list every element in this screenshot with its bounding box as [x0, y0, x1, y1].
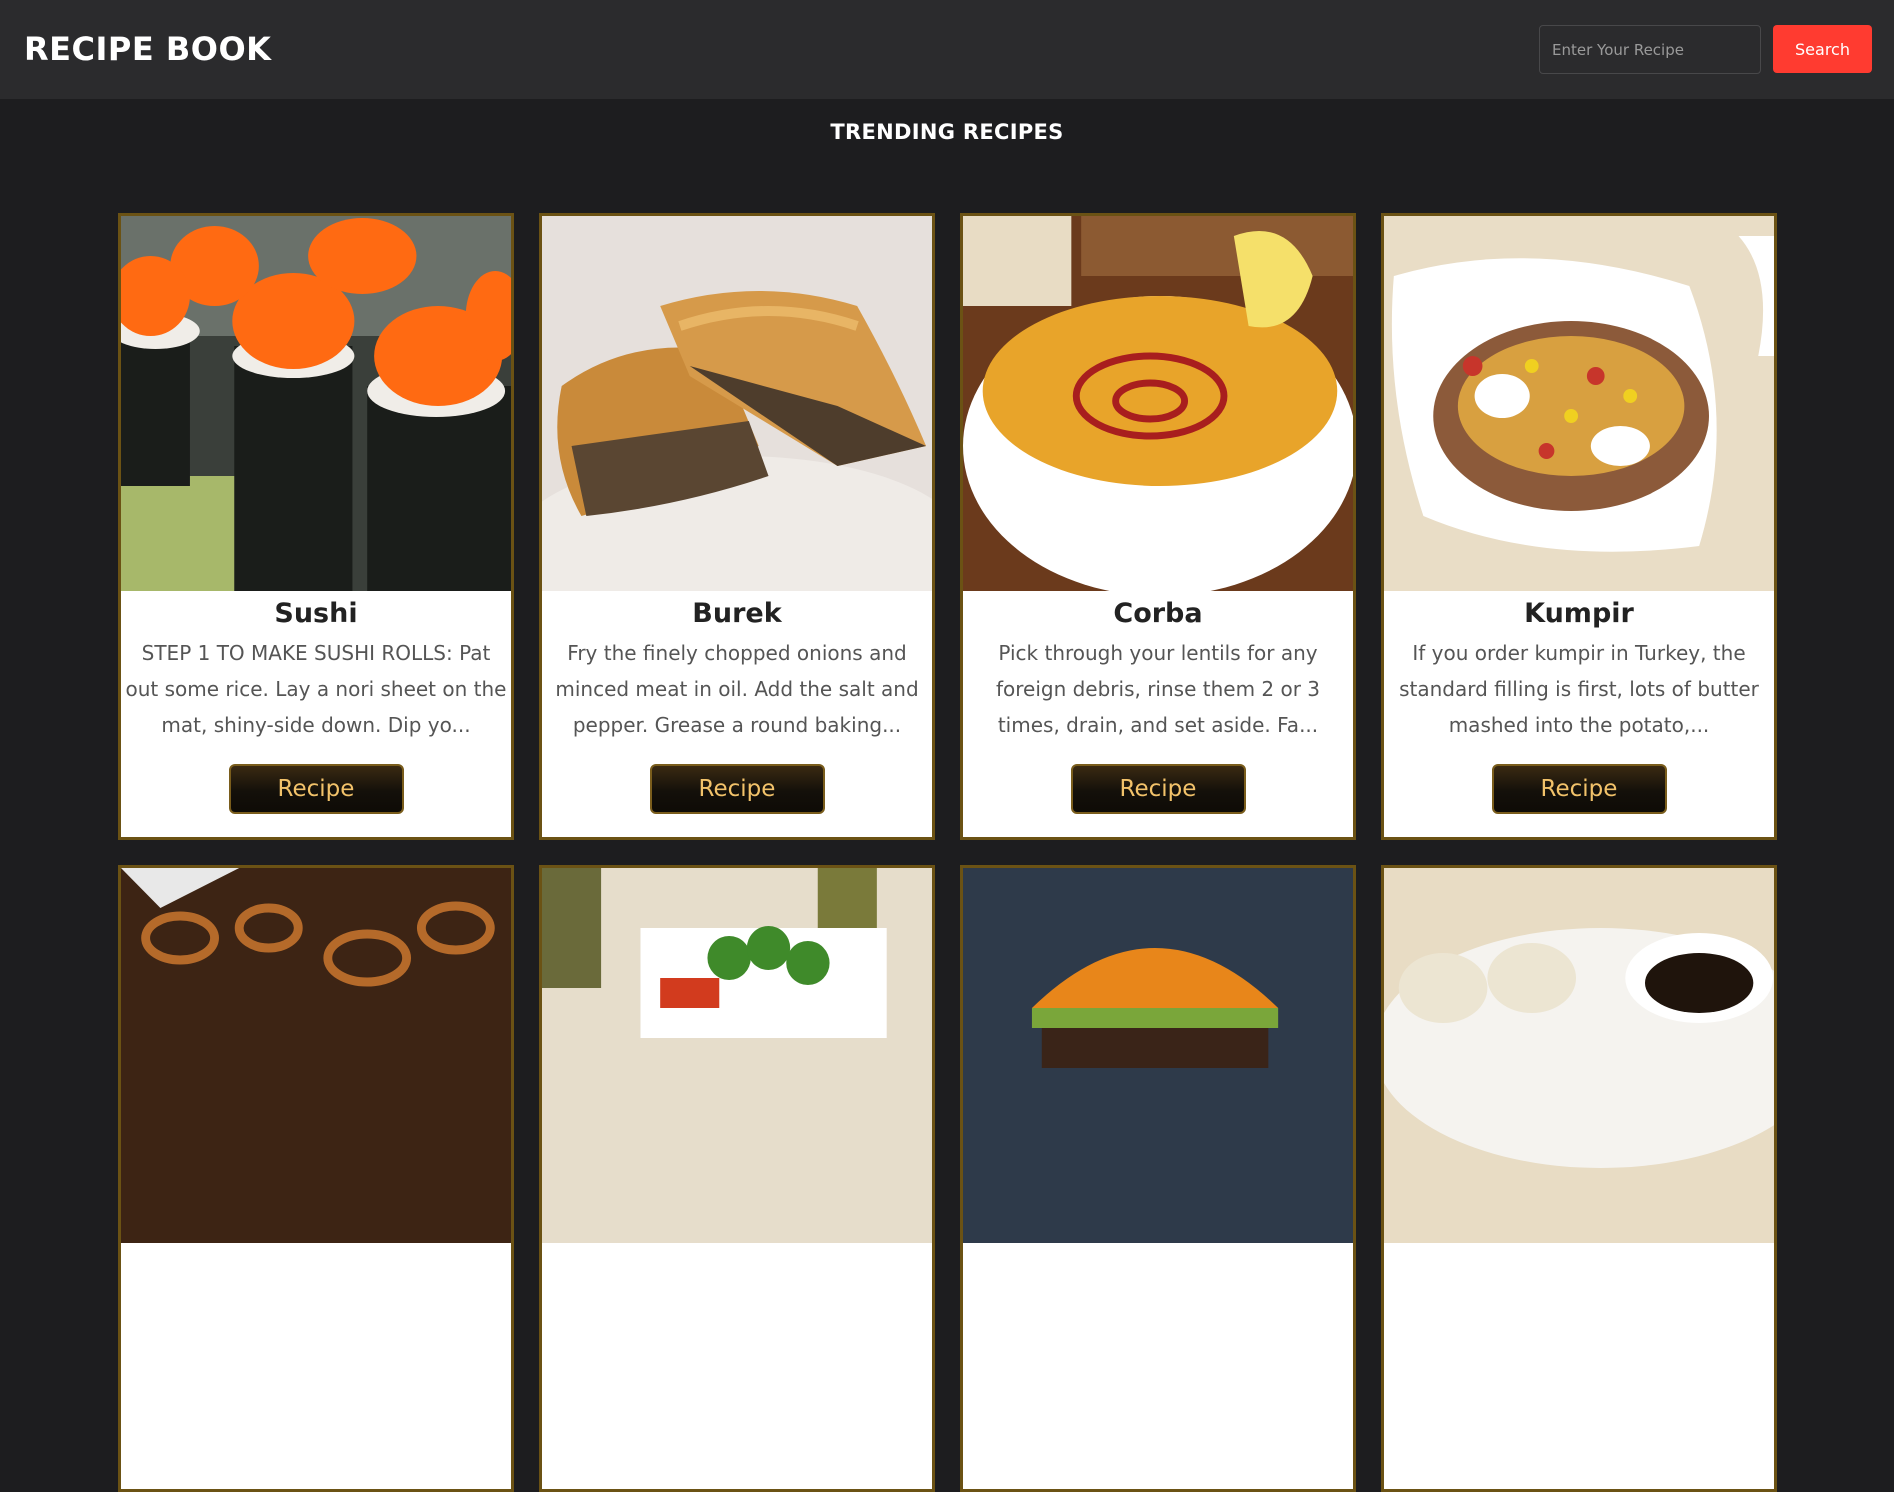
- recipe-name: Kumpir: [1524, 598, 1634, 629]
- recipe-button-burek[interactable]: Recipe: [649, 764, 825, 814]
- top-navbar: RECIPE BOOK Search: [0, 0, 1894, 99]
- recipe-image-sushi: [121, 216, 511, 591]
- recipe-image: [121, 868, 511, 1243]
- recipe-button-kumpir[interactable]: Recipe: [1491, 764, 1667, 814]
- recipe-name: Sushi: [274, 598, 358, 629]
- recipe-description: If you order kumpir in Turkey, the stand…: [1399, 641, 1759, 737]
- recipe-card: [118, 865, 514, 1492]
- recipe-card: [539, 865, 935, 1492]
- recipe-card-sushi: Sushi STEP 1 TO MAKE SUSHI ROLLS: Pat ou…: [118, 213, 514, 840]
- recipe-image-corba: [963, 216, 1353, 591]
- recipe-button-sushi[interactable]: Recipe: [228, 764, 404, 814]
- recipe-description: Fry the finely chopped onions and minced…: [555, 641, 919, 737]
- recipe-description: STEP 1 TO MAKE SUSHI ROLLS: Pat out some…: [125, 641, 507, 737]
- section-title: TRENDING RECIPES: [830, 120, 1064, 144]
- search-input[interactable]: [1539, 25, 1761, 74]
- recipe-grid: Sushi STEP 1 TO MAKE SUSHI ROLLS: Pat ou…: [118, 213, 1777, 1492]
- recipe-image-burek: [542, 216, 932, 591]
- recipe-description: Pick through your lentils for any foreig…: [995, 641, 1321, 737]
- recipe-card: [1381, 865, 1777, 1492]
- app-title: RECIPE BOOK: [24, 30, 272, 68]
- recipe-card-corba: Corba Pick through your lentils for any …: [960, 213, 1356, 840]
- recipe-card-burek: Burek Fry the finely chopped onions and …: [539, 213, 935, 840]
- search-button[interactable]: Search: [1773, 25, 1872, 73]
- recipe-image-kumpir: [1384, 216, 1774, 591]
- recipe-button-corba[interactable]: Recipe: [1070, 764, 1246, 814]
- recipe-image: [542, 868, 932, 1243]
- recipe-name: Burek: [692, 598, 782, 629]
- recipe-image: [963, 868, 1353, 1243]
- recipe-card-kumpir: Kumpir If you order kumpir in Turkey, th…: [1381, 213, 1777, 840]
- recipe-name: Corba: [1113, 598, 1203, 629]
- recipe-image: [1384, 868, 1774, 1243]
- recipe-card: [960, 865, 1356, 1492]
